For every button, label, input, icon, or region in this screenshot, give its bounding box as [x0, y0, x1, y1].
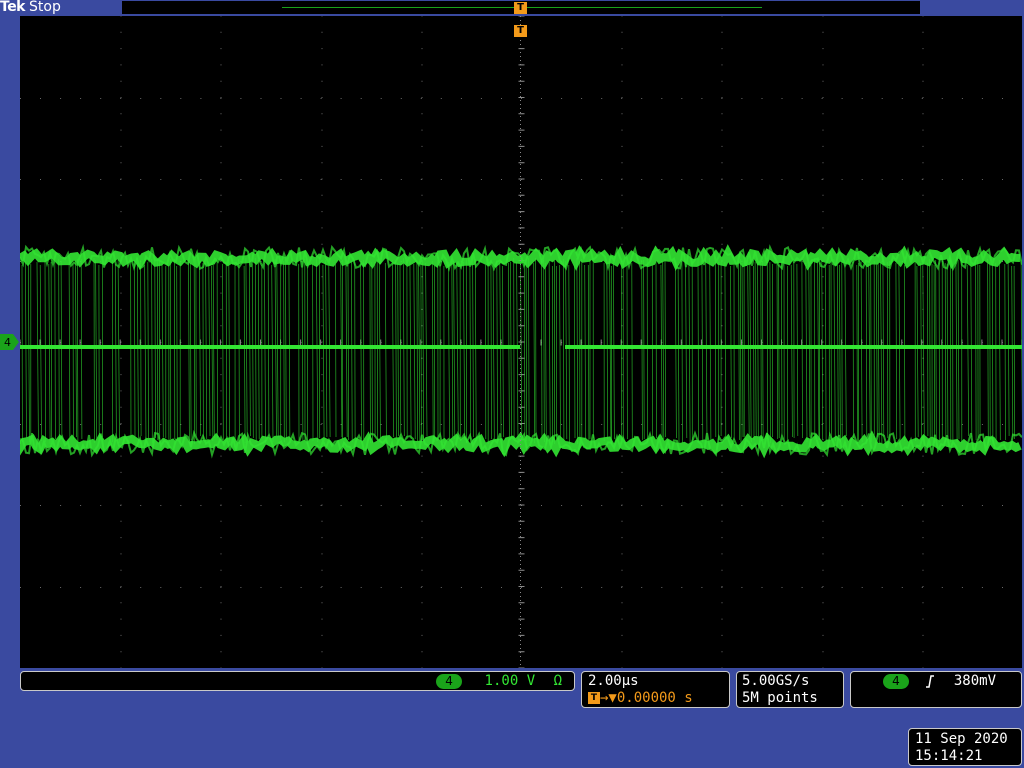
- waveform-transitions: [21, 257, 1022, 445]
- sample-rate: 5.00GS/s: [742, 673, 810, 689]
- record-length: 5M points: [742, 690, 818, 706]
- trigger-level: 380mV: [953, 673, 997, 689]
- horizontal-scale: 2.00µs: [588, 673, 639, 689]
- ground-marker-label: 4: [4, 336, 11, 349]
- trigger-position-marker[interactable]: T: [514, 25, 527, 37]
- brand-and-state: Tek Stop: [0, 0, 61, 15]
- record-trigger-marker: T: [514, 2, 527, 14]
- horizontal-position-value: 0.00000 s: [616, 690, 693, 706]
- brand-logo: Tek: [0, 0, 26, 15]
- graticule-and-waveform: [20, 16, 1022, 668]
- termination-icon: Ω: [553, 673, 562, 689]
- horizontal-position: T →▼0.00000 s: [588, 690, 693, 706]
- channel-4-ground-marker[interactable]: 4: [0, 334, 20, 350]
- time: 15:14:21: [915, 748, 983, 764]
- top-status-bar: Tek Stop T: [0, 0, 1024, 16]
- trigger-icon: T: [588, 692, 600, 704]
- acquisition-state: Stop: [29, 0, 61, 15]
- date-time-readout: 11 Sep 2020 15:14:21: [908, 728, 1022, 766]
- waveform-display[interactable]: T: [20, 16, 1022, 668]
- channel-4-badge: 4: [436, 673, 463, 689]
- channel-scale: 1.00 V: [484, 673, 536, 689]
- timebase-readout[interactable]: 2.00µs T →▼0.00000 s: [581, 671, 730, 708]
- trigger-readout[interactable]: 4 380mV: [850, 671, 1022, 708]
- channel-4-readout[interactable]: 4 1.00 V Ω: [20, 671, 575, 691]
- trigger-source-badge: 4: [883, 674, 909, 689]
- position-arrow-icon: →▼: [600, 690, 617, 706]
- acquisition-readout[interactable]: 5.00GS/s 5M points: [736, 671, 844, 708]
- ground-marker-icon: 4: [0, 334, 19, 350]
- rising-edge-icon: [925, 673, 935, 689]
- date: 11 Sep 2020: [915, 731, 1008, 747]
